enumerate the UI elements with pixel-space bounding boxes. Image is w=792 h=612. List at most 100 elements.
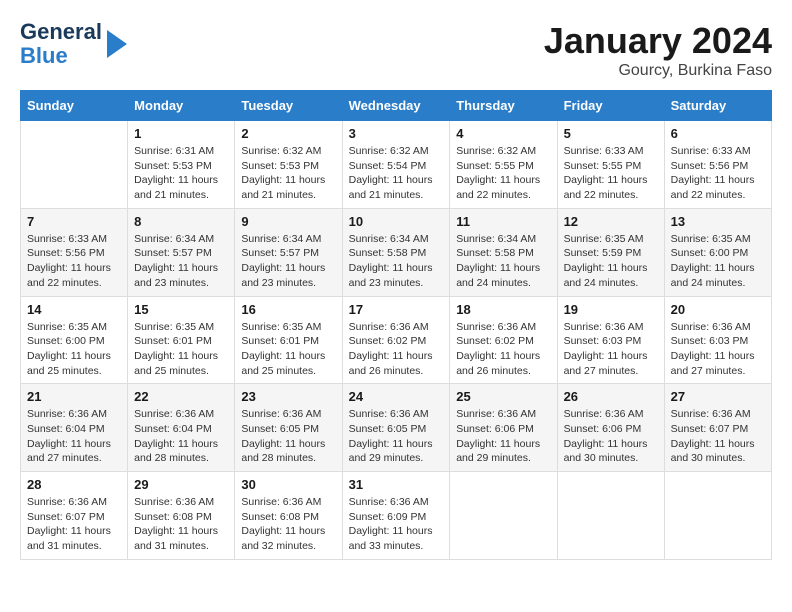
- calendar-cell: 7 Sunrise: 6:33 AMSunset: 5:56 PMDaylight…: [21, 208, 128, 296]
- day-number: 23: [241, 389, 335, 404]
- calendar-week-row: 21Sunrise: 6:36 AMSunset: 6:04 PMDayligh…: [21, 384, 772, 472]
- logo: GeneralBlue: [20, 20, 127, 68]
- calendar-cell: 29 Sunrise: 6:36 AMSunset: 6:08 PMDayligh…: [128, 472, 235, 560]
- day-number: 9: [241, 214, 335, 229]
- title-block: January 2024 Gourcy, Burkina Faso: [544, 20, 772, 80]
- calendar-cell: 19 Sunrise: 6:36 AMSunset: 6:03 PMDayligh…: [557, 296, 664, 384]
- calendar-cell: [557, 472, 664, 560]
- logo-text: GeneralBlue: [20, 20, 102, 68]
- day-number: 30: [241, 477, 335, 492]
- calendar-cell: 22 Sunrise: 6:36 AMSunset: 6:04 PMDayligh…: [128, 384, 235, 472]
- day-number: 19: [564, 302, 658, 317]
- day-info: Sunrise: 6:32 AMSunset: 5:53 PMDaylight:…: [241, 144, 335, 203]
- calendar-cell: [21, 121, 128, 209]
- day-number: 8: [134, 214, 228, 229]
- calendar-cell: 12Sunrise: 6:35 AMSunset: 5:59 PMDayligh…: [557, 208, 664, 296]
- day-info: Sunrise: 6:36 AMSunset: 6:07 PMDaylight:…: [671, 407, 765, 466]
- day-number: 28: [27, 477, 121, 492]
- day-info: Sunrise: 6:34 AMSunset: 5:58 PMDaylight:…: [456, 232, 550, 291]
- day-number: 2: [241, 126, 335, 141]
- day-info: Sunrise: 6:32 AMSunset: 5:54 PMDaylight:…: [349, 144, 444, 203]
- day-info: Sunrise: 6:35 AMSunset: 5:59 PMDaylight:…: [564, 232, 658, 291]
- day-number: 15: [134, 302, 228, 317]
- day-number: 27: [671, 389, 765, 404]
- calendar-cell: 4 Sunrise: 6:32 AMSunset: 5:55 PMDaylight…: [450, 121, 557, 209]
- month-title: January 2024: [544, 20, 772, 62]
- weekday-header: Monday: [128, 91, 235, 121]
- calendar-table: SundayMondayTuesdayWednesdayThursdayFrid…: [20, 90, 772, 560]
- page-header: GeneralBlue January 2024 Gourcy, Burkina…: [20, 20, 772, 80]
- day-number: 14: [27, 302, 121, 317]
- calendar-cell: 15 Sunrise: 6:35 AMSunset: 6:01 PMDayligh…: [128, 296, 235, 384]
- calendar-cell: 1 Sunrise: 6:31 AMSunset: 5:53 PMDaylight…: [128, 121, 235, 209]
- day-info: Sunrise: 6:36 AMSunset: 6:03 PMDaylight:…: [671, 320, 765, 379]
- calendar-cell: 26 Sunrise: 6:36 AMSunset: 6:06 PMDayligh…: [557, 384, 664, 472]
- day-number: 25: [456, 389, 550, 404]
- calendar-week-row: 7 Sunrise: 6:33 AMSunset: 5:56 PMDaylight…: [21, 208, 772, 296]
- calendar-cell: 20 Sunrise: 6:36 AMSunset: 6:03 PMDayligh…: [664, 296, 771, 384]
- day-info: Sunrise: 6:36 AMSunset: 6:02 PMDaylight:…: [349, 320, 444, 379]
- weekday-header: Tuesday: [235, 91, 342, 121]
- calendar-cell: 30 Sunrise: 6:36 AMSunset: 6:08 PMDayligh…: [235, 472, 342, 560]
- day-info: Sunrise: 6:36 AMSunset: 6:05 PMDaylight:…: [241, 407, 335, 466]
- day-info: Sunrise: 6:36 AMSunset: 6:04 PMDaylight:…: [134, 407, 228, 466]
- day-info: Sunrise: 6:33 AMSunset: 5:56 PMDaylight:…: [671, 144, 765, 203]
- day-number: 29: [134, 477, 228, 492]
- calendar-cell: [664, 472, 771, 560]
- day-info: Sunrise: 6:36 AMSunset: 6:02 PMDaylight:…: [456, 320, 550, 379]
- calendar-cell: 3 Sunrise: 6:32 AMSunset: 5:54 PMDaylight…: [342, 121, 450, 209]
- weekday-header: Wednesday: [342, 91, 450, 121]
- calendar-cell: 6Sunrise: 6:33 AMSunset: 5:56 PMDaylight…: [664, 121, 771, 209]
- day-number: 1: [134, 126, 228, 141]
- calendar-week-row: 1 Sunrise: 6:31 AMSunset: 5:53 PMDaylight…: [21, 121, 772, 209]
- calendar-cell: 13Sunrise: 6:35 AMSunset: 6:00 PMDayligh…: [664, 208, 771, 296]
- day-info: Sunrise: 6:35 AMSunset: 6:01 PMDaylight:…: [134, 320, 228, 379]
- day-info: Sunrise: 6:32 AMSunset: 5:55 PMDaylight:…: [456, 144, 550, 203]
- day-info: Sunrise: 6:36 AMSunset: 6:04 PMDaylight:…: [27, 407, 121, 466]
- calendar-cell: 17 Sunrise: 6:36 AMSunset: 6:02 PMDayligh…: [342, 296, 450, 384]
- day-number: 10: [349, 214, 444, 229]
- calendar-cell: 18 Sunrise: 6:36 AMSunset: 6:02 PMDayligh…: [450, 296, 557, 384]
- day-number: 3: [349, 126, 444, 141]
- day-number: 20: [671, 302, 765, 317]
- day-number: 16: [241, 302, 335, 317]
- calendar-cell: 27 Sunrise: 6:36 AMSunset: 6:07 PMDayligh…: [664, 384, 771, 472]
- day-info: Sunrise: 6:33 AMSunset: 5:55 PMDaylight:…: [564, 144, 658, 203]
- location: Gourcy, Burkina Faso: [544, 62, 772, 80]
- day-number: 24: [349, 389, 444, 404]
- day-number: 22: [134, 389, 228, 404]
- calendar-cell: 2 Sunrise: 6:32 AMSunset: 5:53 PMDaylight…: [235, 121, 342, 209]
- calendar-cell: 24Sunrise: 6:36 AMSunset: 6:05 PMDayligh…: [342, 384, 450, 472]
- day-info: Sunrise: 6:36 AMSunset: 6:06 PMDaylight:…: [456, 407, 550, 466]
- day-info: Sunrise: 6:36 AMSunset: 6:08 PMDaylight:…: [134, 495, 228, 554]
- calendar-week-row: 14 Sunrise: 6:35 AMSunset: 6:00 PMDayligh…: [21, 296, 772, 384]
- day-number: 4: [456, 126, 550, 141]
- day-info: Sunrise: 6:35 AMSunset: 6:00 PMDaylight:…: [27, 320, 121, 379]
- day-info: Sunrise: 6:33 AMSunset: 5:56 PMDaylight:…: [27, 232, 121, 291]
- calendar-week-row: 28Sunrise: 6:36 AMSunset: 6:07 PMDayligh…: [21, 472, 772, 560]
- day-info: Sunrise: 6:31 AMSunset: 5:53 PMDaylight:…: [134, 144, 228, 203]
- day-number: 26: [564, 389, 658, 404]
- day-number: 18: [456, 302, 550, 317]
- calendar-cell: 28Sunrise: 6:36 AMSunset: 6:07 PMDayligh…: [21, 472, 128, 560]
- day-number: 7: [27, 214, 121, 229]
- calendar-cell: 23 Sunrise: 6:36 AMSunset: 6:05 PMDayligh…: [235, 384, 342, 472]
- day-info: Sunrise: 6:34 AMSunset: 5:57 PMDaylight:…: [134, 232, 228, 291]
- day-number: 17: [349, 302, 444, 317]
- calendar-cell: 31Sunrise: 6:36 AMSunset: 6:09 PMDayligh…: [342, 472, 450, 560]
- day-info: Sunrise: 6:36 AMSunset: 6:03 PMDaylight:…: [564, 320, 658, 379]
- day-info: Sunrise: 6:36 AMSunset: 6:06 PMDaylight:…: [564, 407, 658, 466]
- calendar-cell: 16 Sunrise: 6:35 AMSunset: 6:01 PMDayligh…: [235, 296, 342, 384]
- weekday-header: Saturday: [664, 91, 771, 121]
- day-number: 13: [671, 214, 765, 229]
- day-info: Sunrise: 6:36 AMSunset: 6:09 PMDaylight:…: [349, 495, 444, 554]
- day-info: Sunrise: 6:34 AMSunset: 5:57 PMDaylight:…: [241, 232, 335, 291]
- day-info: Sunrise: 6:35 AMSunset: 6:01 PMDaylight:…: [241, 320, 335, 379]
- calendar-cell: 25 Sunrise: 6:36 AMSunset: 6:06 PMDayligh…: [450, 384, 557, 472]
- logo-arrow-icon: [107, 30, 127, 58]
- calendar-cell: 9 Sunrise: 6:34 AMSunset: 5:57 PMDaylight…: [235, 208, 342, 296]
- day-info: Sunrise: 6:36 AMSunset: 6:08 PMDaylight:…: [241, 495, 335, 554]
- day-number: 11: [456, 214, 550, 229]
- weekday-header: Friday: [557, 91, 664, 121]
- calendar-cell: [450, 472, 557, 560]
